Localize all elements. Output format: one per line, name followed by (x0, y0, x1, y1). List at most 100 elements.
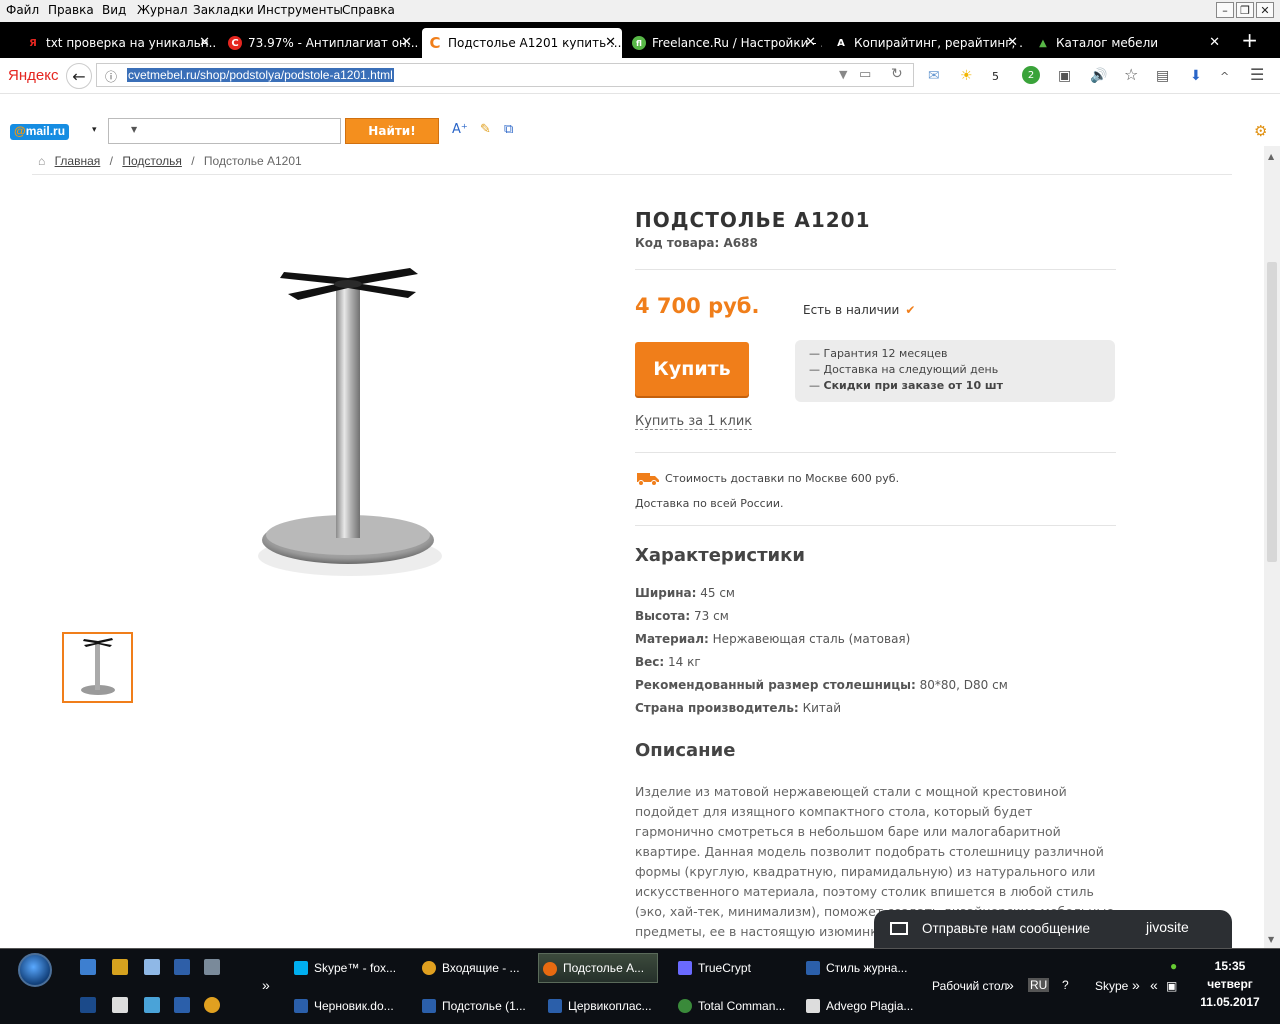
mailru-logo[interactable]: @mail.ru (10, 124, 70, 140)
menu-tools[interactable]: Инструменты (257, 3, 343, 17)
chevron-right-icon[interactable]: » (1132, 977, 1140, 993)
task-total-commander[interactable]: Total Comman... (674, 991, 792, 1021)
quicklaunch-icon[interactable] (80, 959, 96, 975)
skype-toolbar[interactable]: Skype (1095, 979, 1128, 993)
menu-edit[interactable]: Правка (48, 3, 94, 17)
close-icon[interactable]: ✕ (401, 35, 412, 50)
scroll-up-icon[interactable]: ▲ (1268, 152, 1274, 161)
breadcrumb-category[interactable]: Подстолья (122, 154, 182, 168)
network-icon[interactable]: ▣ (1166, 979, 1177, 993)
dropdown-arrow-icon[interactable]: ▾ (92, 125, 97, 135)
task-inbox[interactable]: Входящие - ... (418, 953, 536, 983)
bookmark-star-icon[interactable]: ☆ (1124, 65, 1138, 84)
mailru-search-input[interactable]: ▼ (108, 118, 341, 144)
info-icon[interactable]: ⓘ (105, 68, 117, 85)
quicklaunch-icon[interactable] (112, 997, 128, 1013)
task-word-draft[interactable]: Черновик.do... (290, 991, 408, 1021)
chevron-up-icon[interactable]: ^ (1220, 70, 1229, 83)
home-icon[interactable]: ⌂ (38, 154, 45, 168)
quicklaunch-icon[interactable] (174, 959, 190, 975)
mailru-find-button[interactable]: Найти! (345, 118, 439, 144)
tab-freelance[interactable]: fl Freelance.Ru / Настройки - ... ✕ (626, 28, 822, 58)
jivosite-chat-widget[interactable]: Отправьте нам сообщение jivosite (874, 910, 1232, 948)
close-icon[interactable]: ✕ (199, 35, 210, 50)
quicklaunch-icon[interactable] (144, 959, 160, 975)
quicklaunch-icon[interactable] (112, 959, 128, 975)
close-icon[interactable]: ✕ (805, 35, 816, 50)
task-truecrypt[interactable]: TrueCrypt (674, 953, 792, 983)
one-click-buy-link[interactable]: Купить за 1 клик (635, 414, 753, 430)
tab-copywriting[interactable]: A Копирайтинг, рерайтинг, ... ✕ (828, 28, 1024, 58)
dropdown-arrow-icon[interactable]: ▼ (839, 68, 847, 81)
notification-badge-icon[interactable]: 2 (1022, 66, 1040, 84)
jivosite-message[interactable]: Отправьте нам сообщение (922, 921, 1090, 936)
system-clock[interactable]: 15:35 четверг 11.05.2017 (1200, 957, 1260, 1011)
translate-icon[interactable]: A⁺ (452, 122, 468, 137)
weather-icon[interactable]: ☀ (960, 68, 973, 84)
reader-view-icon[interactable]: ▭ (859, 67, 871, 82)
menu-view[interactable]: Вид (102, 3, 126, 17)
mail-icon[interactable]: ✉ (928, 68, 940, 84)
close-icon[interactable]: ✕ (1256, 2, 1274, 18)
description-heading: Описание (635, 740, 736, 761)
breadcrumb-home[interactable]: Главная (55, 154, 101, 168)
settings-gear-icon[interactable]: ⚙ (1254, 122, 1267, 140)
desktop-toolbar[interactable]: Рабочий стол (932, 979, 1007, 993)
yandex-logo[interactable]: Яндекс (8, 67, 58, 84)
language-indicator[interactable]: RU (1028, 978, 1050, 992)
page-scrollbar[interactable]: ▲ ▼ (1264, 146, 1280, 948)
task-skype[interactable]: Skype™ - fox... (290, 953, 408, 983)
menu-bookmarks[interactable]: Закладки (193, 3, 254, 17)
minimize-icon[interactable]: – (1216, 2, 1234, 18)
start-button[interactable] (18, 953, 52, 987)
tab-antiplagiat[interactable]: C 73.97% - Антиплагиат он... ✕ (222, 28, 418, 58)
close-icon[interactable]: ✕ (1209, 35, 1220, 50)
close-icon[interactable]: ✕ (605, 35, 616, 50)
tab-catalog[interactable]: ▲ Каталог мебели ✕ (1030, 28, 1226, 58)
word-icon[interactable] (174, 997, 190, 1013)
highlighter-icon[interactable]: ✎ (480, 122, 491, 137)
reload-icon[interactable]: ↻ (891, 66, 903, 82)
dropdown-arrow-icon[interactable]: ▼ (131, 125, 137, 134)
product-thumbnail[interactable] (62, 632, 133, 703)
new-tab-icon[interactable]: + (1241, 28, 1258, 52)
screenshot-icon[interactable]: ⧉ (504, 122, 513, 137)
chevron-right-icon[interactable]: » (1006, 977, 1014, 993)
photoshop-icon[interactable] (80, 997, 96, 1013)
task-word-style[interactable]: Стиль журна... (802, 953, 920, 983)
tab-label: Копирайтинг, рерайтинг, ... (854, 36, 1024, 50)
task-advego[interactable]: Advego Plagia... (802, 991, 920, 1021)
close-icon[interactable]: ✕ (1007, 35, 1018, 50)
tab-txt[interactable]: Я txt проверка на уникальн... ✕ (20, 28, 216, 58)
help-icon[interactable]: ? (1062, 978, 1069, 992)
quicklaunch-icon[interactable] (144, 997, 160, 1013)
scroll-down-icon[interactable]: ▼ (1268, 935, 1274, 944)
url-bar[interactable]: ⓘ cvetmebel.ru/shop/podstolya/podstole-a… (96, 63, 914, 87)
maximize-icon[interactable]: ❐ (1236, 2, 1254, 18)
clock-date: 11.05.2017 (1200, 995, 1260, 1009)
hamburger-menu-icon[interactable]: ☰ (1250, 65, 1264, 84)
product-image[interactable] (240, 264, 460, 584)
scroll-thumb[interactable] (1267, 262, 1277, 562)
url-text[interactable]: cvetmebel.ru/shop/podstolya/podstole-a12… (127, 68, 394, 82)
chevron-left-icon[interactable]: « (1150, 977, 1158, 993)
buy-button[interactable]: Купить (635, 342, 749, 396)
quicklaunch-icon[interactable] (204, 997, 220, 1013)
back-button[interactable]: ← (66, 63, 92, 89)
menu-history[interactable]: Журнал (137, 3, 188, 17)
task-word-cervico[interactable]: Цервикоплас... (544, 991, 662, 1021)
extension-icon[interactable]: ▣ (1058, 68, 1071, 84)
quicklaunch-icon[interactable] (204, 959, 220, 975)
speaker-icon[interactable]: 🔊 (1090, 68, 1107, 84)
bookmarks-list-icon[interactable]: ▤ (1156, 68, 1169, 84)
tray-app-icon[interactable]: ● (1170, 959, 1177, 973)
download-icon[interactable]: ⬇ (1190, 68, 1202, 84)
task-firefox[interactable]: Подстолье А... (538, 953, 658, 983)
back-arrow-icon: ← (72, 66, 86, 86)
chevron-right-icon[interactable]: » (262, 977, 270, 993)
tab-podstole[interactable]: C Подстолье A1201 купить ... ✕ (422, 28, 622, 58)
menu-help[interactable]: Справка (342, 3, 395, 17)
menu-file[interactable]: Файл (6, 3, 39, 17)
delivery-moscow-text: Стоимость доставки по Москве 600 руб. (665, 472, 900, 485)
task-word-podstole[interactable]: Подстолье (1... (418, 991, 536, 1021)
